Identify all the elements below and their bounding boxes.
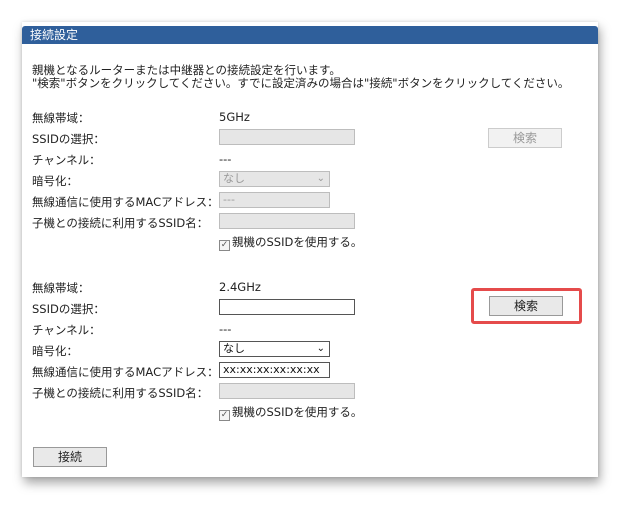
checkbox-checked-icon: ✓	[219, 240, 230, 251]
channel-value-24g: ---	[219, 322, 232, 336]
chevron-down-icon: ⌄	[316, 343, 325, 354]
ssid-select-field-24g[interactable]	[219, 299, 355, 315]
ssid-select-label-5g: SSIDの選択：	[32, 132, 105, 146]
band-label-5g: 無線帯域：	[32, 111, 90, 125]
mac-label-5g: 無線通信に使用するMACアドレス：	[32, 195, 219, 209]
band-value-5g: 5GHz	[219, 110, 250, 124]
chevron-down-icon: ⌄	[316, 173, 325, 184]
mac-label-24g: 無線通信に使用するMACアドレス：	[32, 365, 219, 379]
description: 親機となるルーターまたは中継器との接続設定を行います。 "検索"ボタンをクリック…	[32, 64, 569, 90]
mac-field-5g: ---	[219, 192, 330, 208]
connection-settings-panel: 接続設定 親機となるルーターまたは中継器との接続設定を行います。 "検索"ボタン…	[22, 22, 598, 477]
encryption-select-value-5g: なし	[223, 172, 245, 185]
ssid-select-field-5g	[219, 129, 355, 145]
panel-title: 接続設定	[22, 26, 598, 44]
channel-label-24g: チャンネル：	[32, 323, 101, 337]
use-parent-ssid-checkbox-24g[interactable]: ✓ 親機のSSIDを使用する。	[219, 404, 362, 421]
checkbox-checked-icon: ✓	[219, 410, 230, 421]
band-value-24g: 2.4GHz	[219, 280, 261, 294]
encryption-label-5g: 暗号化：	[32, 174, 78, 188]
search-button-5g[interactable]: 検索	[488, 128, 562, 148]
child-ssid-field-5g	[219, 213, 355, 229]
use-parent-ssid-label-5g: 親機のSSIDを使用する。	[232, 235, 363, 249]
encryption-select-5g[interactable]: なし ⌄	[219, 171, 330, 187]
encryption-label-24g: 暗号化：	[32, 344, 78, 358]
band-label-24g: 無線帯域：	[32, 281, 90, 295]
connect-button[interactable]: 接続	[33, 447, 107, 467]
use-parent-ssid-label-24g: 親機のSSIDを使用する。	[232, 405, 363, 419]
encryption-select-24g[interactable]: なし ⌄	[219, 341, 330, 357]
child-ssid-label-5g: 子機との接続に利用するSSID名：	[32, 216, 209, 230]
search-button-24g[interactable]: 検索	[489, 296, 563, 316]
channel-value-5g: ---	[219, 152, 232, 166]
description-line-2: "検索"ボタンをクリックしてください。すでに設定済みの場合は"接続"ボタンをクリ…	[32, 76, 570, 90]
ssid-select-label-24g: SSIDの選択：	[32, 302, 105, 316]
mac-field-24g[interactable]: xx:xx:xx:xx:xx:xx	[219, 362, 330, 378]
child-ssid-label-24g: 子機との接続に利用するSSID名：	[32, 386, 209, 400]
use-parent-ssid-checkbox-5g[interactable]: ✓ 親機のSSIDを使用する。	[219, 234, 362, 251]
channel-label-5g: チャンネル：	[32, 153, 101, 167]
child-ssid-field-24g	[219, 383, 355, 399]
encryption-select-value-24g: なし	[223, 342, 245, 355]
